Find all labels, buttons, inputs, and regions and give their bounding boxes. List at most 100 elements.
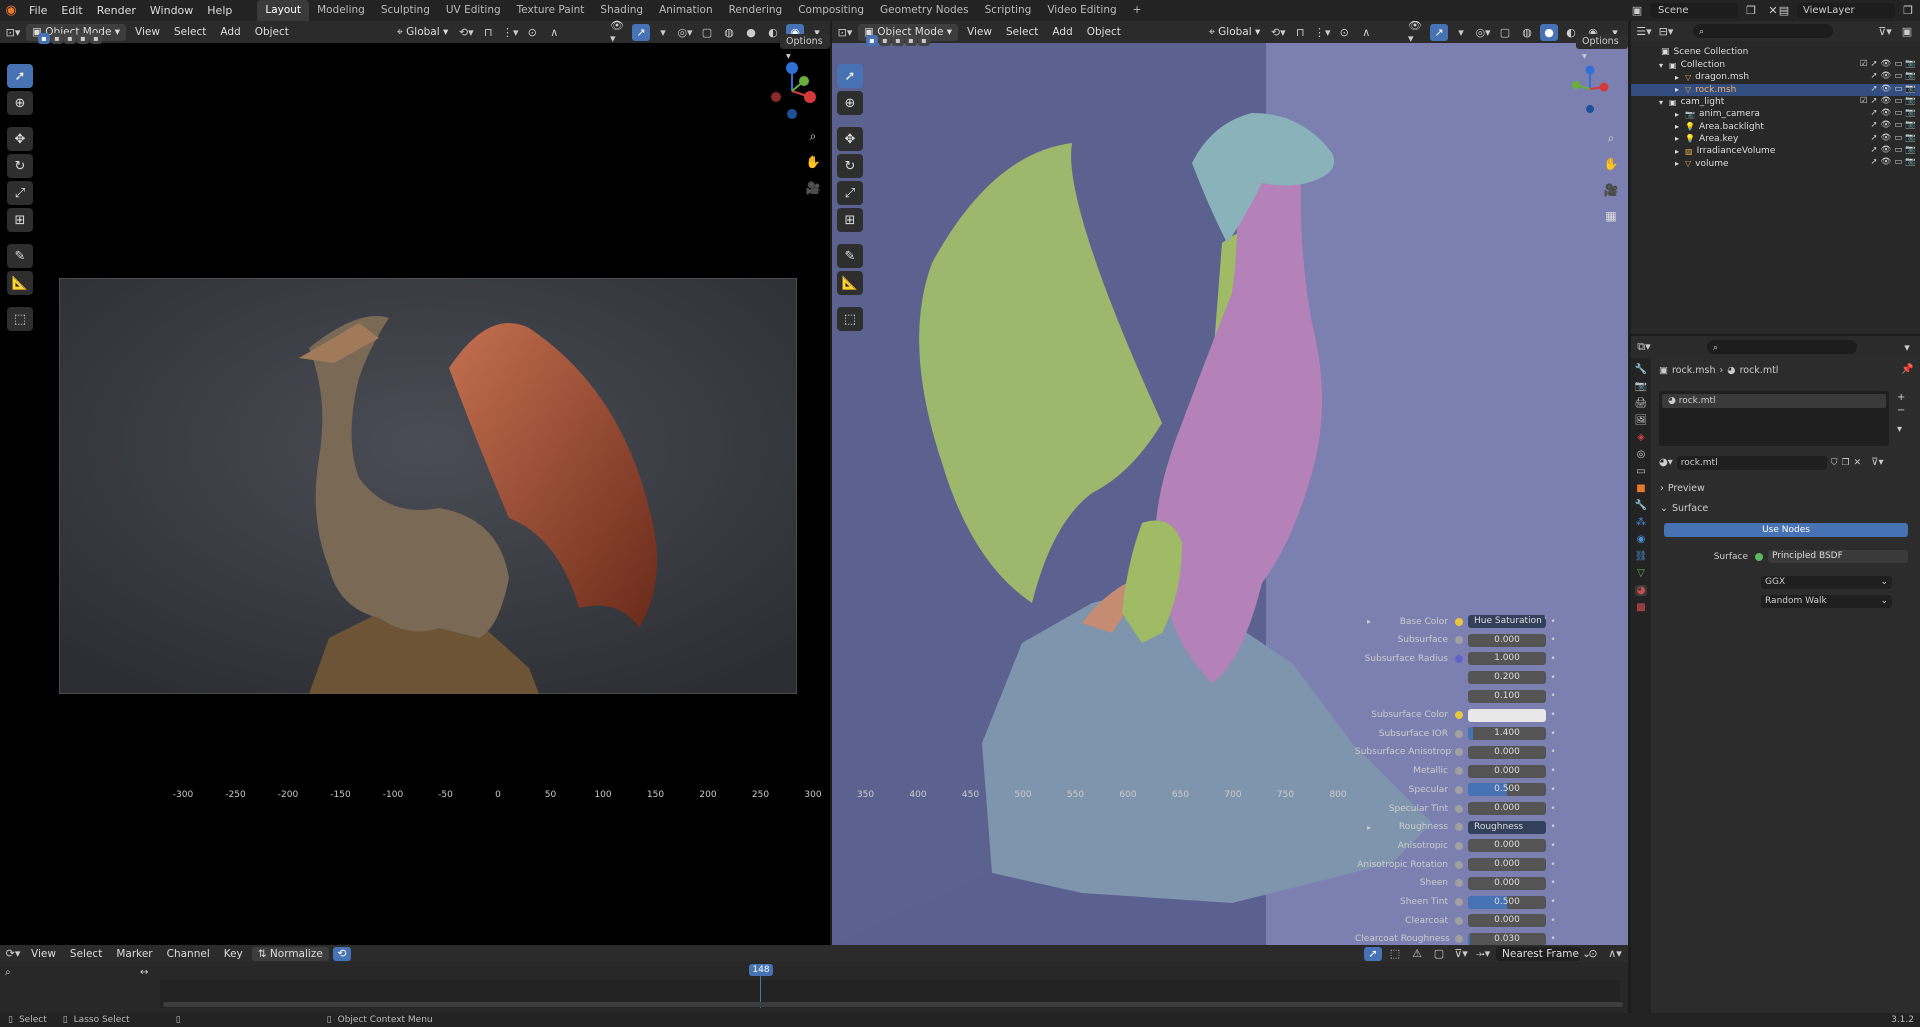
bsdf-input-field[interactable]: 0.000 bbox=[1468, 914, 1546, 928]
right-menu-add[interactable]: Add bbox=[1047, 26, 1077, 38]
falloff-action-icon[interactable]: ∧▾ bbox=[1606, 945, 1624, 962]
keyframe-dot-icon[interactable]: • bbox=[1546, 654, 1560, 664]
viewport-disable-icon[interactable]: ▭ bbox=[1894, 157, 1902, 167]
left-xray-icon[interactable]: ▢ bbox=[698, 24, 716, 41]
keyframe-dot-icon[interactable]: • bbox=[1546, 934, 1560, 944]
right-pan-icon[interactable]: ✋ bbox=[1600, 153, 1622, 175]
view-layer-tab-icon[interactable]: 🖼 bbox=[1635, 415, 1648, 426]
keyframe-dot-icon[interactable]: • bbox=[1546, 841, 1560, 851]
left-menu-add[interactable]: Add bbox=[215, 26, 245, 38]
right-pivot-icon[interactable]: ⟲▾ bbox=[1269, 24, 1287, 41]
viewport-disable-icon[interactable]: ▭ bbox=[1894, 120, 1902, 130]
viewport-disable-icon[interactable]: ▭ bbox=[1894, 145, 1902, 155]
show-hidden-icon[interactable]: ⬚ bbox=[1386, 945, 1404, 962]
viewport-disable-icon[interactable]: ▭ bbox=[1894, 84, 1902, 94]
left-overlay-icon[interactable]: ◎▾ bbox=[676, 24, 694, 41]
right-visibility-icon[interactable]: 👁▾ bbox=[1408, 21, 1426, 45]
keyframe-dot-icon[interactable]: • bbox=[1546, 785, 1560, 795]
keyframe-dot-icon[interactable]: • bbox=[1546, 860, 1560, 870]
right-select-invert-icon[interactable]: ▪ bbox=[905, 35, 917, 46]
right-shading-solid-icon[interactable]: ● bbox=[1540, 23, 1558, 41]
timeline-menu-channel[interactable]: Channel bbox=[162, 948, 215, 960]
collapsed-chevron-icon[interactable]: ▸ bbox=[1675, 73, 1685, 82]
right-options-button[interactable]: Options ▾ bbox=[1576, 34, 1628, 62]
sync-icon[interactable]: ⟲ bbox=[332, 946, 351, 961]
keyframe-dot-icon[interactable]: • bbox=[1546, 747, 1560, 757]
keyframe-dot-icon[interactable]: • bbox=[1546, 916, 1560, 926]
right-add-cube-tool-icon[interactable]: ⬚ bbox=[837, 307, 863, 331]
viewport-disable-icon[interactable]: ▭ bbox=[1894, 133, 1902, 143]
outliner-item[interactable]: ▾ ▣ Collection ☑ ➚ 👁 ▭ 📷 bbox=[1631, 59, 1920, 71]
material-slot[interactable]: ◕ rock.mtl bbox=[1662, 394, 1886, 408]
bsdf-input-field[interactable]: 0.200 bbox=[1468, 671, 1546, 685]
right-shading-wire-icon[interactable]: ◍ bbox=[1518, 24, 1536, 41]
menu-window[interactable]: Window bbox=[143, 0, 200, 21]
right-scale-tool-icon[interactable]: ⤢ bbox=[837, 181, 863, 205]
right-menu-view[interactable]: View bbox=[962, 26, 997, 38]
right-menu-object[interactable]: Object bbox=[1082, 26, 1126, 38]
right-select-mode-buttons[interactable]: ▪ ▪ ▪ ▪ ▪ bbox=[866, 35, 930, 46]
timeline-menu-marker[interactable]: Marker bbox=[111, 948, 157, 960]
bsdf-input-field[interactable]: 1.400 bbox=[1468, 727, 1546, 741]
input-socket-icon[interactable] bbox=[1455, 711, 1463, 719]
visibility-eye-icon[interactable]: 👁 bbox=[1881, 108, 1892, 118]
world-tab-icon[interactable]: ◎ bbox=[1637, 449, 1646, 460]
selectable-icon[interactable]: ➚ bbox=[1870, 71, 1877, 81]
right-ortho-toggle-icon[interactable]: ▦ bbox=[1600, 205, 1622, 227]
add-cube-tool-icon[interactable]: ⬚ bbox=[7, 307, 33, 331]
render-disable-icon[interactable]: 📷 bbox=[1905, 96, 1916, 106]
keyframe-dot-icon[interactable]: • bbox=[1546, 635, 1560, 645]
workspace-tab-texture-paint[interactable]: Texture Paint bbox=[509, 0, 593, 21]
scale-tool-icon[interactable]: ⤢ bbox=[7, 181, 33, 205]
left-proportional-icon[interactable]: ⊙ bbox=[523, 24, 541, 41]
right-move-tool-icon[interactable]: ✥ bbox=[837, 127, 863, 151]
bsdf-input-field[interactable]: Hue Saturation Value bbox=[1468, 615, 1546, 628]
left-falloff-icon[interactable]: ∧ bbox=[545, 24, 563, 41]
visibility-eye-icon[interactable]: 👁 bbox=[1881, 84, 1892, 94]
slot-menu-icon[interactable]: ▾ bbox=[1897, 424, 1905, 435]
bsdf-input-field[interactable]: 0.000 bbox=[1468, 764, 1546, 778]
only-selected-icon[interactable]: ➚ bbox=[1364, 946, 1382, 961]
timeline-range-icon[interactable]: ↔ bbox=[140, 967, 148, 978]
render-disable-icon[interactable]: 📷 bbox=[1905, 84, 1916, 94]
distribution-dropdown[interactable]: GGX ⌄ bbox=[1761, 576, 1892, 589]
only-errors-icon[interactable]: ⚠ bbox=[1408, 945, 1426, 962]
scene-selector[interactable]: ▣ Scene ❐ ✕ bbox=[1628, 0, 1782, 21]
bsdf-input-field[interactable] bbox=[1468, 708, 1546, 722]
material-name-field[interactable]: rock.mtl bbox=[1676, 455, 1827, 470]
data-tab-icon[interactable]: ▽ bbox=[1637, 568, 1645, 579]
timeline-editor-type-icon[interactable]: ⟳▾ bbox=[4, 945, 22, 962]
input-socket-icon[interactable] bbox=[1455, 785, 1463, 794]
right-navigation-gizmo[interactable] bbox=[1560, 61, 1620, 121]
workspace-tab-animation[interactable]: Animation bbox=[651, 0, 721, 21]
left-shading-wire-icon[interactable]: ◍ bbox=[720, 24, 738, 41]
right-camera-view-icon[interactable]: 🎥 bbox=[1600, 179, 1622, 201]
outliner-item[interactable]: ▸ ▽ volume ➚ 👁 ▭ 📷 bbox=[1631, 157, 1920, 169]
left-shading-solid-icon[interactable]: ● bbox=[742, 24, 760, 41]
right-rotate-tool-icon[interactable]: ↻ bbox=[837, 154, 863, 178]
collapsed-chevron-icon[interactable]: ▸ bbox=[1675, 159, 1685, 168]
workspace-tab-uv-editing[interactable]: UV Editing bbox=[438, 0, 509, 21]
subsurface-method-dropdown[interactable]: Random Walk ⌄ bbox=[1761, 595, 1892, 608]
render-tab-icon[interactable]: 📷 bbox=[1635, 381, 1647, 392]
input-socket-icon[interactable] bbox=[1455, 879, 1463, 888]
workspace-tab-shading[interactable]: Shading bbox=[592, 0, 651, 21]
input-socket-icon[interactable] bbox=[1455, 804, 1463, 813]
keyframe-dot-icon[interactable]: • bbox=[1546, 729, 1560, 739]
bsdf-input-field[interactable]: 0.030 bbox=[1468, 932, 1546, 946]
input-socket-icon[interactable] bbox=[1455, 860, 1463, 869]
collapsed-chevron-icon[interactable]: ▸ bbox=[1675, 134, 1685, 143]
texture-tab-icon[interactable]: ▩ bbox=[1636, 602, 1645, 613]
properties-search-input[interactable]: ⌕ bbox=[1707, 340, 1857, 354]
outliner-display-mode-icon[interactable]: ⊟▾ bbox=[1657, 23, 1675, 40]
keyframe-dot-icon[interactable]: • bbox=[1546, 617, 1560, 627]
scene-browse-icon[interactable]: ❐ bbox=[1742, 2, 1760, 19]
visibility-eye-icon[interactable]: 👁 bbox=[1881, 120, 1892, 130]
bsdf-input-field[interactable]: Roughness bbox=[1468, 820, 1546, 834]
outliner-filter-icon[interactable]: ⊽▾ bbox=[1876, 23, 1894, 40]
right-falloff-icon[interactable]: ∧ bbox=[1357, 24, 1375, 41]
left-zoom-icon[interactable]: ⌕ bbox=[802, 125, 824, 147]
menu-file[interactable]: File bbox=[22, 0, 54, 21]
left-menu-object[interactable]: Object bbox=[250, 26, 294, 38]
render-disable-icon[interactable]: 📷 bbox=[1905, 133, 1916, 143]
